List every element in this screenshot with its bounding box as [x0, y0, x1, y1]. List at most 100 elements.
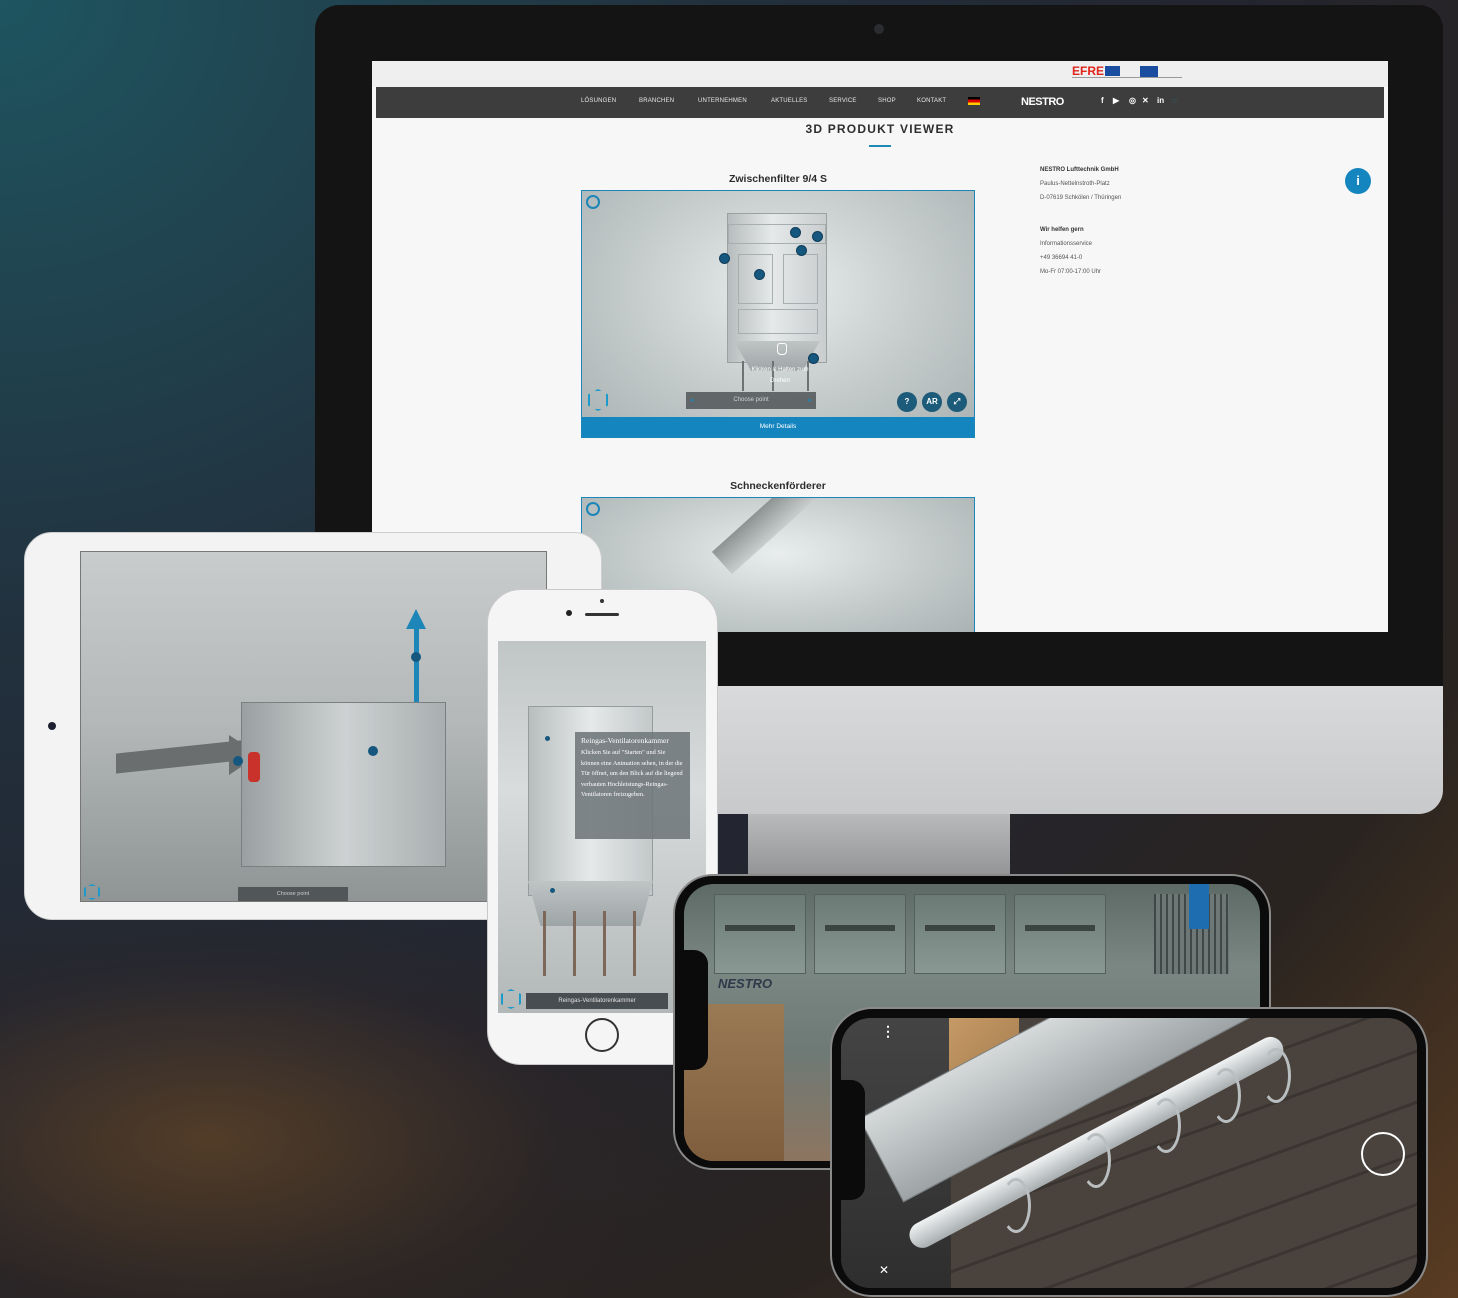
- hotspot[interactable]: [411, 652, 421, 662]
- reset-view-icon[interactable]: [586, 502, 600, 516]
- more-menu-icon[interactable]: ⋮: [881, 1024, 895, 1038]
- title-underline: [869, 145, 891, 147]
- contact-hours: Mo-Fr 07:00-17:00 Uhr: [1040, 269, 1102, 275]
- efre-logo: EFRE: [1072, 64, 1105, 78]
- product-title-schneckenfoerderer: Schneckenförderer: [730, 480, 826, 492]
- hotspot[interactable]: [790, 227, 801, 238]
- exhaust-arrow-head: [406, 609, 426, 629]
- camera-icon: [874, 24, 884, 34]
- help-button[interactable]: ?: [897, 392, 917, 412]
- home-button[interactable]: [585, 1018, 619, 1052]
- youtube-icon[interactable]: ▶: [1113, 96, 1119, 105]
- chevron-right-icon[interactable]: ▸: [808, 392, 812, 409]
- camera-icon: [48, 722, 56, 730]
- xing-icon[interactable]: ✕: [1142, 96, 1149, 105]
- phone-notch: [841, 1080, 865, 1200]
- search-icon[interactable]: ◌: [1172, 96, 1177, 105]
- instagram-icon[interactable]: ◎: [1129, 96, 1136, 105]
- nav-item-unternehmen[interactable]: UNTERNEHMEN: [698, 98, 747, 104]
- hotspot[interactable]: [368, 746, 378, 756]
- hand-rotate-icon: [777, 343, 787, 355]
- hotspot[interactable]: [545, 736, 550, 741]
- filter-door: [783, 254, 818, 304]
- help-block: Wir helfen gern Informationsservice +49 …: [1040, 223, 1101, 279]
- screw-flight: [1151, 1098, 1181, 1153]
- exhaust-arrow: [414, 627, 419, 702]
- filter-leg: [633, 911, 636, 976]
- efre-flag-icon: [1105, 66, 1120, 76]
- contact-company: NESTRO Lufttechnik GmbH: [1040, 167, 1119, 173]
- filter-leg: [603, 911, 606, 976]
- nav-item-aktuelles[interactable]: AKTUELLES: [771, 98, 807, 104]
- hotspot[interactable]: [754, 269, 765, 280]
- filter-leg: [543, 911, 546, 976]
- contact-service: Informationsservice: [1040, 241, 1093, 247]
- product-title-zwischenfilter: Zwischenfilter 9/4 S: [728, 173, 828, 185]
- speaker-grille: [585, 613, 619, 616]
- filter-leg: [573, 911, 576, 976]
- nav-item-branchen[interactable]: BRANCHEN: [639, 98, 674, 104]
- ipad-screen: Choose point: [80, 551, 547, 902]
- contact-block: NESTRO Lufttechnik GmbH Paulus-Nettelnst…: [1040, 163, 1121, 205]
- hotspot[interactable]: [233, 756, 243, 766]
- language-flag-de-icon[interactable]: [968, 97, 980, 105]
- filter-blue-bar: [1189, 884, 1209, 929]
- choose-point-select[interactable]: ◂ Choose point ▸: [686, 392, 816, 409]
- screw-flight: [1081, 1133, 1111, 1188]
- filter-roof-panel: [814, 894, 906, 974]
- hotspot[interactable]: [796, 245, 807, 256]
- filter-leg: [742, 361, 744, 391]
- contact-street: Paulus-Nettelnstroth-Platz: [1040, 181, 1110, 187]
- nav-item-service[interactable]: SERVICE: [829, 98, 857, 104]
- nav-item-kontakt[interactable]: KONTAKT: [917, 98, 946, 104]
- filter-roof-panel: [714, 894, 806, 974]
- mehr-details-button[interactable]: Mehr Details: [582, 417, 974, 437]
- filter-panel: [738, 309, 818, 334]
- facebook-icon[interactable]: f: [1101, 96, 1104, 105]
- hotspot[interactable]: [808, 353, 819, 364]
- filter-roof-panel: [914, 894, 1006, 974]
- fullscreen-button[interactable]: ⤢: [947, 392, 967, 412]
- hotspot[interactable]: [812, 231, 823, 242]
- cube-icon: [588, 389, 608, 411]
- rotate-hint: Klicken & Halten zum Drehen: [751, 367, 809, 384]
- nav-item-shop[interactable]: SHOP: [878, 98, 896, 104]
- ar-view-screw-conveyor: ⋮ ✕: [841, 1018, 1417, 1288]
- hotspot[interactable]: [550, 888, 555, 893]
- cube-icon: [501, 989, 521, 1009]
- capture-button[interactable]: [1361, 1132, 1405, 1176]
- help-heading: Wir helfen gern: [1040, 227, 1084, 233]
- page-title: 3D PRODUKT VIEWER: [805, 122, 955, 136]
- linkedin-icon[interactable]: in: [1157, 96, 1164, 105]
- airflow-arrow: [116, 740, 241, 774]
- camera-icon: [600, 599, 604, 603]
- screw-flight: [1261, 1048, 1291, 1103]
- product-viewer-zwischenfilter[interactable]: Klicken & Halten zum Drehen ◂ Choose poi…: [581, 190, 975, 438]
- filter-roof-panel: [1014, 894, 1106, 974]
- nestro-logo[interactable]: NESTRO: [1021, 96, 1064, 108]
- close-icon[interactable]: ✕: [879, 1263, 889, 1277]
- tooltip-body: Klicken Sie auf "Starten" und Sie können…: [581, 749, 683, 798]
- info-button[interactable]: i: [1345, 168, 1371, 194]
- fire-extinguisher: [248, 752, 260, 782]
- screw-conveyor-model[interactable]: [711, 498, 859, 575]
- reset-view-icon[interactable]: [586, 195, 600, 209]
- screw-flight: [1211, 1068, 1241, 1123]
- camera-icon: [566, 610, 572, 616]
- phone-notch: [684, 950, 708, 1070]
- nestro-logo: NESTRO: [718, 976, 773, 991]
- efre-subline: [1072, 77, 1182, 81]
- screw-flight: [1001, 1178, 1031, 1233]
- choose-point-select[interactable]: Choose point: [238, 887, 348, 901]
- nav-item-loesungen[interactable]: LÖSUNGEN: [581, 98, 616, 104]
- hotspot[interactable]: [719, 253, 730, 264]
- hotspot-tooltip: Reingas-Ventilatorenkammer Klicken Sie a…: [575, 732, 690, 839]
- filter-model[interactable]: [241, 702, 446, 867]
- ar-button[interactable]: AR: [922, 392, 942, 412]
- contact-phone[interactable]: +49 36694 41-0: [1040, 255, 1082, 261]
- main-navigation: LÖSUNGEN BRANCHEN UNTERNEHMEN AKTUELLES …: [376, 87, 1384, 118]
- point-selector[interactable]: Reingas-Ventilatorenkammer: [526, 993, 668, 1009]
- cube-icon: [84, 884, 100, 900]
- chevron-left-icon[interactable]: ◂: [690, 392, 694, 409]
- choose-point-label: Choose point: [733, 397, 769, 403]
